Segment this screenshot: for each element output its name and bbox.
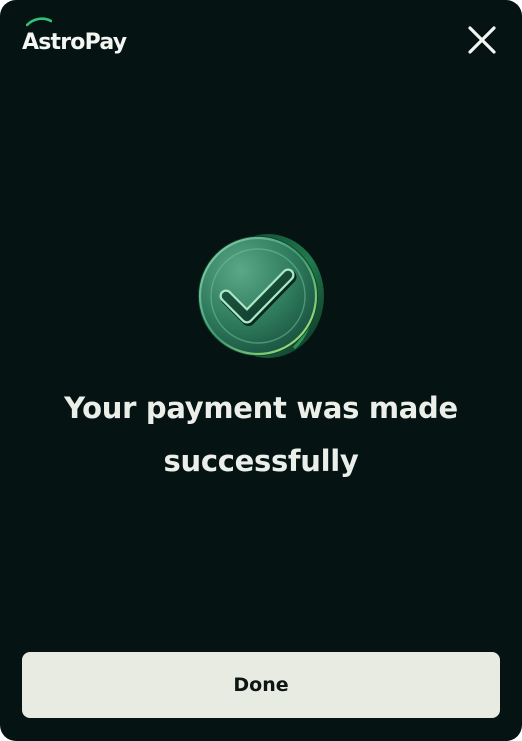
- payment-success-modal: AstroPay Your payment was made successfu…: [0, 0, 522, 741]
- check-circle-icon: [198, 234, 324, 358]
- logo-wordmark: AstroPay: [22, 30, 127, 55]
- astropay-logo: AstroPay: [22, 17, 127, 55]
- success-message: Your payment was made successfully: [64, 391, 458, 478]
- done-button[interactable]: Done: [22, 652, 500, 718]
- close-button[interactable]: [466, 24, 498, 56]
- close-icon: [468, 26, 496, 54]
- astropay-swoosh-icon: [26, 17, 52, 27]
